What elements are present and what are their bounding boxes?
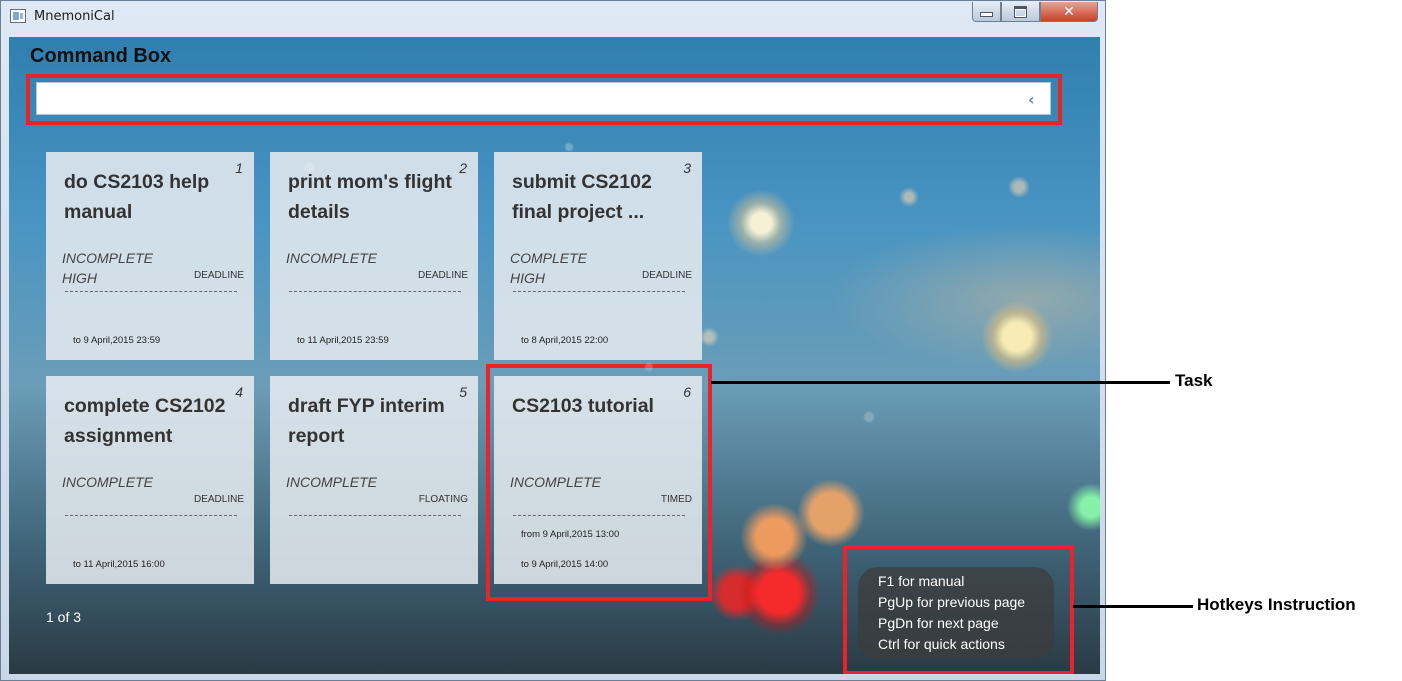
command-box-label: Command Box [30, 45, 172, 67]
task-end-time: to 11 April,2015 23:59 [297, 335, 389, 346]
task-status: INCOMPLETE [62, 474, 154, 490]
task-title: do CS2103 help manual [64, 171, 210, 223]
task-number: 3 [683, 160, 691, 176]
hotkeys-highlight [843, 545, 1074, 674]
task-highlight [486, 364, 712, 601]
task-title: complete CS2102 assignment [64, 395, 226, 447]
task-callout-label: Task [1175, 371, 1213, 390]
app-icon [10, 9, 26, 23]
divider [513, 291, 685, 292]
task-type: DEADLINE [193, 494, 244, 505]
task-card-3[interactable]: 3 submit CS2102 final project ... COMPLE… [494, 152, 702, 360]
task-end-time: to 11 April,2015 16:00 [73, 559, 165, 570]
task-card-2[interactable]: 2 print mom's flight details INCOMPLETE … [270, 152, 478, 360]
close-button[interactable]: ✕ [1040, 2, 1098, 22]
window-title: MnemoniCal [34, 9, 115, 24]
task-type: DEADLINE [193, 270, 244, 281]
task-type: DEADLINE [641, 270, 692, 281]
chevron-left-icon[interactable]: ‹ [1028, 90, 1035, 109]
task-card-5[interactable]: 5 draft FYP interim report INCOMPLETE FL… [270, 376, 478, 584]
task-title: submit CS2102 final project ... [512, 171, 652, 223]
task-priority: HIGH [62, 270, 97, 286]
task-status: COMPLETE [510, 250, 588, 266]
task-status: INCOMPLETE [62, 250, 154, 266]
task-type: DEADLINE [417, 270, 468, 281]
task-number: 4 [235, 384, 243, 400]
task-number: 5 [459, 384, 467, 400]
task-priority: HIGH [510, 270, 545, 286]
divider [65, 515, 237, 516]
close-icon: ✕ [1063, 3, 1075, 20]
task-card-4[interactable]: 4 complete CS2102 assignment INCOMPLETE … [46, 376, 254, 584]
task-title: draft FYP interim report [288, 395, 445, 447]
minimize-button[interactable] [972, 2, 1001, 22]
minimize-icon [980, 12, 993, 17]
task-number: 2 [459, 160, 467, 176]
task-end-time: to 9 April,2015 23:59 [73, 335, 161, 346]
maximize-icon [1014, 5, 1027, 18]
app-window: MnemoniCal ✕ Command Box ‹ 1 do CS2103 h… [0, 0, 1106, 681]
command-input[interactable] [36, 82, 1051, 115]
task-status: INCOMPLETE [286, 474, 378, 490]
task-type: FLOATING [418, 494, 468, 505]
task-status: INCOMPLETE [286, 250, 378, 266]
divider [289, 291, 461, 292]
page-indicator: 1 of 3 [46, 609, 82, 625]
maximize-button[interactable] [1001, 2, 1040, 22]
task-callout-line [711, 381, 1170, 384]
task-card-1[interactable]: 1 do CS2103 help manual INCOMPLETE HIGH … [46, 152, 254, 360]
hotkeys-callout-label: Hotkeys Instruction [1197, 595, 1356, 614]
task-title: print mom's flight details [288, 171, 452, 223]
task-end-time: to 8 April,2015 22:00 [521, 335, 609, 346]
divider [65, 291, 237, 292]
main-panel: Command Box ‹ 1 do CS2103 help manual IN… [9, 37, 1100, 674]
title-bar[interactable]: MnemoniCal ✕ [1, 1, 1105, 31]
hotkeys-callout-line [1073, 605, 1193, 608]
divider [289, 515, 461, 516]
task-number: 1 [235, 160, 243, 176]
